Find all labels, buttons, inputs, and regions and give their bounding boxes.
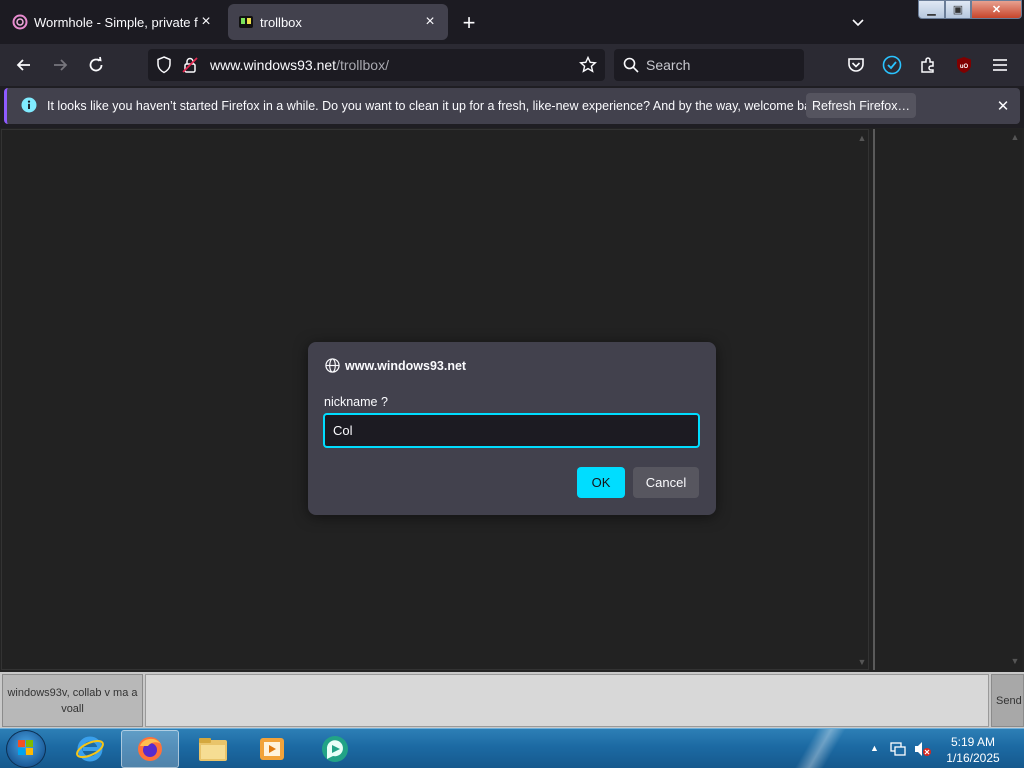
clock-date: 1/16/2025 xyxy=(946,751,1000,765)
prompt-dialog: www.windows93.net nickname ? OK Cancel xyxy=(308,342,716,515)
forward-arrow-icon[interactable] xyxy=(45,50,75,80)
url-text[interactable]: www.windows93.net/trollbox/ xyxy=(210,57,389,73)
minimize-button[interactable]: ▁ xyxy=(918,0,945,19)
url-path: /trollbox/ xyxy=(336,57,389,73)
show-hidden-icons-icon[interactable]: ▲ xyxy=(870,743,879,753)
close-tab-icon[interactable]: × xyxy=(422,13,438,30)
tab-title: trollbox xyxy=(260,14,302,30)
windows-taskbar: ▲ 5:19 AM 1/16/2025 xyxy=(0,728,1024,768)
nickname-label[interactable]: windows93v, collab v ma a voall xyxy=(2,674,143,727)
chat-app-icon[interactable] xyxy=(306,730,364,768)
chat-input-row: windows93v, collab v ma a voall Send xyxy=(0,672,1024,728)
chevron-down-icon[interactable] xyxy=(846,10,870,34)
reload-icon[interactable] xyxy=(81,50,111,80)
trollbox-favicon-icon xyxy=(238,14,254,30)
hamburger-menu-icon[interactable] xyxy=(985,50,1015,80)
search-icon xyxy=(623,57,639,76)
taskbar-glow xyxy=(760,729,880,768)
tab-trollbox[interactable]: trollbox × xyxy=(228,4,448,40)
maximize-button[interactable]: ▣ xyxy=(945,0,971,19)
globe-icon xyxy=(325,358,340,373)
back-arrow-icon[interactable] xyxy=(9,50,39,80)
tab-title: Wormhole - Simple, private file xyxy=(34,14,198,30)
clock[interactable]: 5:19 AM 1/16/2025 xyxy=(938,734,1008,766)
svg-text:uO: uO xyxy=(960,64,969,70)
refresh-firefox-notification: It looks like you haven’t started Firefo… xyxy=(4,88,1020,124)
navigation-toolbar: www.windows93.net/trollbox/ Search uO xyxy=(0,44,1024,86)
extensions-puzzle-icon[interactable] xyxy=(913,50,943,80)
bookmark-star-icon[interactable] xyxy=(579,55,597,77)
start-button[interactable] xyxy=(6,730,46,768)
url-bar[interactable]: www.windows93.net/trollbox/ xyxy=(148,49,605,81)
close-window-button[interactable]: ✕ xyxy=(971,0,1022,19)
message-input[interactable] xyxy=(145,674,989,727)
new-tab-button[interactable]: + xyxy=(456,10,482,36)
search-bar[interactable]: Search xyxy=(614,49,804,81)
window-controls: ▁ ▣ ✕ xyxy=(918,0,1022,19)
extension-check-icon[interactable] xyxy=(877,50,907,80)
send-button[interactable]: Send xyxy=(991,674,1024,727)
media-player-icon[interactable] xyxy=(243,730,301,768)
scroll-down-arrow-icon[interactable]: ▼ xyxy=(856,656,868,668)
shield-icon[interactable] xyxy=(156,56,172,77)
network-icon[interactable] xyxy=(890,741,906,760)
volume-muted-icon[interactable] xyxy=(914,741,932,760)
info-icon xyxy=(21,97,37,116)
tab-strip: Wormhole - Simple, private file × trollb… xyxy=(0,0,1024,44)
ok-button[interactable]: OK xyxy=(577,467,625,498)
notification-message: It looks like you haven’t started Firefo… xyxy=(47,99,828,113)
dialog-message: nickname ? xyxy=(324,395,388,409)
refresh-firefox-button[interactable]: Refresh Firefox… xyxy=(806,93,916,118)
file-explorer-icon[interactable] xyxy=(184,730,242,768)
close-tab-icon[interactable]: × xyxy=(198,13,214,30)
clock-time: 5:19 AM xyxy=(950,735,996,749)
wormhole-favicon-icon xyxy=(12,14,28,30)
close-icon[interactable]: ✕ xyxy=(993,96,1013,116)
internet-explorer-icon[interactable] xyxy=(61,730,119,768)
url-host: www.windows93.net xyxy=(210,57,337,73)
system-tray: ▲ 5:19 AM 1/16/2025 xyxy=(866,729,1024,768)
cancel-button[interactable]: Cancel xyxy=(633,467,699,498)
insecure-lock-icon[interactable] xyxy=(182,56,198,77)
dialog-origin: www.windows93.net xyxy=(325,358,466,373)
firefox-icon[interactable] xyxy=(121,730,179,768)
scroll-up-arrow-icon[interactable]: ▲ xyxy=(1009,131,1021,143)
tab-wormhole[interactable]: Wormhole - Simple, private file × xyxy=(2,4,224,40)
users-list-pane[interactable]: ▲ ▼ xyxy=(873,129,1022,670)
scroll-up-arrow-icon[interactable]: ▲ xyxy=(856,132,868,144)
scroll-down-arrow-icon[interactable]: ▼ xyxy=(1009,655,1021,667)
search-placeholder: Search xyxy=(646,57,691,73)
ublock-icon[interactable]: uO xyxy=(949,50,979,80)
dialog-origin-text: www.windows93.net xyxy=(345,358,467,373)
pocket-icon[interactable] xyxy=(841,50,871,80)
nickname-input[interactable] xyxy=(323,413,700,448)
